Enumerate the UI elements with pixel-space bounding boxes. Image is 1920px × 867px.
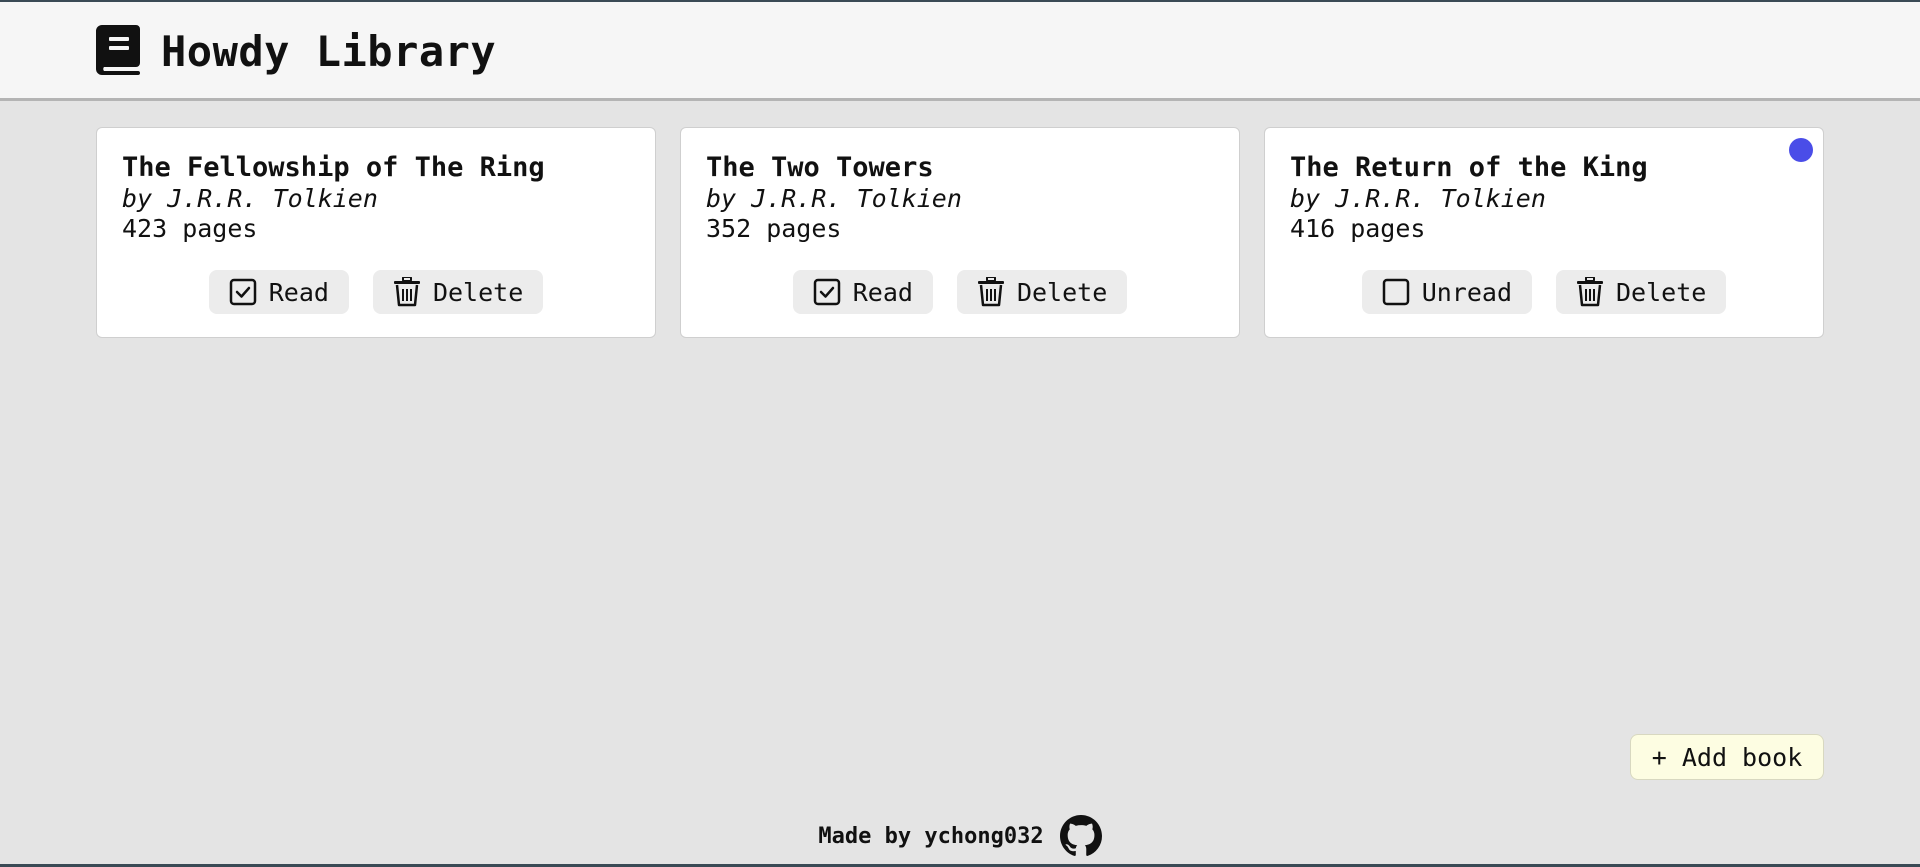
delete-button[interactable]: Delete — [372, 270, 544, 314]
book-author: by J.R.R. Tolkien — [1290, 184, 1546, 213]
read-toggle-button[interactable]: Read — [792, 270, 933, 314]
book-author: by J.R.R. Tolkien — [706, 184, 962, 213]
book-actions: Unread Delete — [1265, 270, 1823, 314]
read-toggle-label: Read — [268, 277, 329, 307]
add-book-button[interactable]: + Add book — [1630, 734, 1824, 780]
book-card: The Fellowship of The Ring by J.R.R. Tol… — [96, 127, 656, 338]
delete-label: Delete — [432, 277, 524, 307]
book-card: The Return of the King by J.R.R. Tolkien… — [1264, 127, 1824, 338]
checked-checkbox-icon — [229, 277, 257, 307]
read-toggle-button[interactable]: Unread — [1361, 270, 1532, 314]
read-toggle-button[interactable]: Read — [208, 270, 349, 314]
book-pages: 423 pages — [122, 214, 258, 243]
footer: Made by ychong032 — [0, 810, 1920, 862]
book-title: The Fellowship of The Ring — [122, 152, 545, 183]
book-title: The Return of the King — [1290, 152, 1648, 183]
trash-icon — [977, 277, 1005, 307]
app-title: Howdy Library — [161, 27, 497, 76]
book-actions: Read Delete — [97, 270, 655, 314]
trash-icon — [393, 277, 421, 307]
book-list: The Fellowship of The Ring by J.R.R. Tol… — [96, 127, 1824, 338]
footer-credit: Made by ychong032 — [818, 823, 1044, 849]
delete-label: Delete — [1616, 277, 1707, 307]
github-icon[interactable] — [1059, 815, 1102, 857]
delete-button[interactable]: Delete — [956, 270, 1128, 314]
delete-label: Delete — [1016, 277, 1108, 307]
read-toggle-label: Unread — [1421, 277, 1512, 307]
book-icon — [96, 25, 140, 75]
empty-checkbox-icon — [1382, 277, 1410, 307]
book-title: The Two Towers — [706, 152, 934, 183]
book-author: by J.R.R. Tolkien — [122, 184, 378, 213]
read-toggle-label: Read — [852, 277, 913, 307]
app-header: Howdy Library — [0, 2, 1920, 101]
checked-checkbox-icon — [813, 277, 841, 307]
book-pages: 416 pages — [1290, 214, 1426, 243]
book-card: The Two Towers by J.R.R. Tolkien 352 pag… — [680, 127, 1240, 338]
book-pages: 352 pages — [706, 214, 842, 243]
delete-button[interactable]: Delete — [1556, 270, 1727, 314]
trash-icon — [1576, 277, 1604, 307]
book-actions: Read Delete — [681, 270, 1239, 314]
selected-indicator-dot — [1789, 138, 1813, 162]
